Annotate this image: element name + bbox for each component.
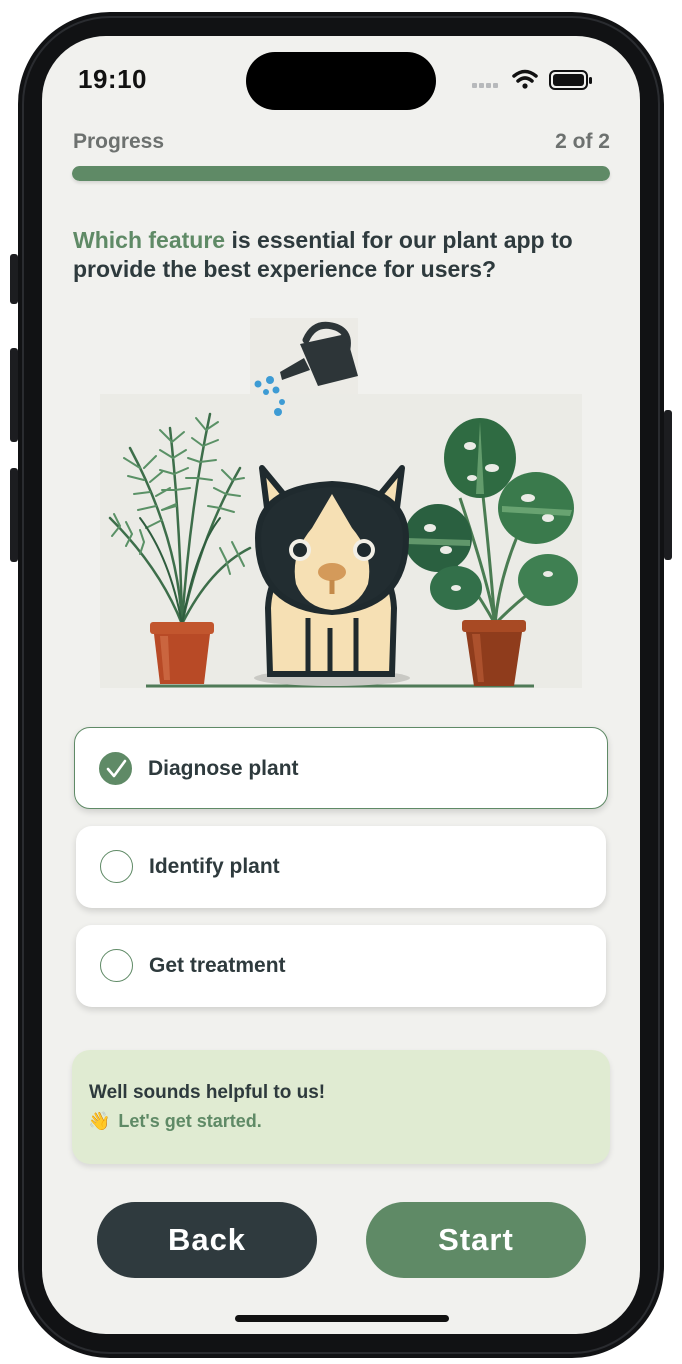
progress-label: Progress xyxy=(73,130,165,153)
option-label: Get treatment xyxy=(149,954,286,977)
radio-unchecked[interactable] xyxy=(100,850,133,883)
status-icons xyxy=(470,66,600,94)
radio-unchecked[interactable] xyxy=(100,949,133,982)
volume-down-button xyxy=(10,468,18,562)
option-label: Identify plant xyxy=(149,855,280,878)
cellular-signal-icon xyxy=(472,83,498,88)
option-diagnose-plant[interactable]: Diagnose plant xyxy=(74,727,608,809)
waving-hand-icon: 👋 xyxy=(88,1111,111,1131)
progress-bar xyxy=(72,166,610,181)
home-indicator[interactable] xyxy=(235,1315,449,1322)
silent-switch xyxy=(10,254,18,304)
checkmark-icon xyxy=(106,759,127,778)
start-button[interactable]: Start xyxy=(366,1202,586,1278)
dynamic-island xyxy=(246,52,436,110)
dog-illustration xyxy=(254,465,410,686)
battery-icon xyxy=(549,70,592,90)
progress-fill xyxy=(72,166,610,181)
feedback-message: Well sounds helpful to us! xyxy=(89,1082,326,1103)
feedback-cta-text: Let's get started. xyxy=(118,1111,262,1131)
palm-pot xyxy=(150,622,214,684)
radio-checked[interactable] xyxy=(99,752,132,785)
feedback-cta: 👋 Let's get started. xyxy=(88,1111,262,1132)
option-label: Diagnose plant xyxy=(148,757,299,780)
option-get-treatment[interactable]: Get treatment xyxy=(76,925,606,1007)
volume-up-button xyxy=(10,348,18,442)
question-highlight: Which feature xyxy=(73,227,226,253)
feedback-card: Well sounds helpful to us! 👋 Let's get st… xyxy=(72,1050,610,1164)
back-button[interactable]: Back xyxy=(97,1202,317,1278)
power-button xyxy=(664,410,672,560)
wifi-icon xyxy=(512,69,538,89)
illustration xyxy=(100,318,582,690)
option-identify-plant[interactable]: Identify plant xyxy=(76,826,606,908)
status-time: 19:10 xyxy=(78,64,147,94)
question-text: Which feature is essential for our plant… xyxy=(73,226,613,284)
progress-count: 2 of 2 xyxy=(555,130,610,153)
